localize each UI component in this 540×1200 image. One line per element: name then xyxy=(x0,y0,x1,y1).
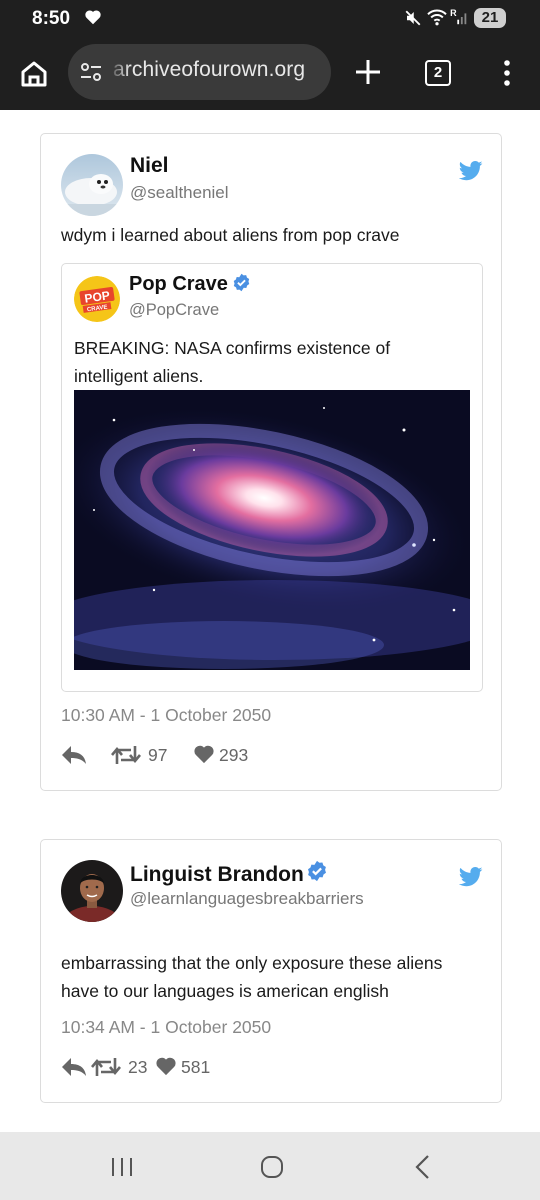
back-icon[interactable] xyxy=(412,1154,434,1180)
tweet-author-handle[interactable]: @learnlanguagesbreakbarriers xyxy=(130,889,364,909)
retweet-count: 97 xyxy=(148,745,168,765)
tweet-card: Linguist Brandon @learnlanguagesbreakbar… xyxy=(40,839,502,1103)
tweet-author-name[interactable]: Linguist Brandon xyxy=(130,860,328,887)
retweet-icon[interactable] xyxy=(91,1056,121,1078)
status-bar: 8:50 R 21 xyxy=(0,0,540,36)
avatar[interactable] xyxy=(61,154,123,216)
verified-badge-icon xyxy=(233,273,250,292)
galaxy-illustration xyxy=(74,390,470,670)
like-count: 293 xyxy=(219,745,249,765)
wifi-icon xyxy=(427,9,447,26)
site-settings-icon[interactable] xyxy=(80,61,102,83)
tweet-author-handle[interactable]: @sealtheniel xyxy=(130,183,229,203)
tweet-timestamp[interactable]: 10:34 AM - 1 October 2050 xyxy=(61,1017,271,1038)
system-nav-bar xyxy=(0,1132,540,1200)
like-icon[interactable] xyxy=(155,1056,177,1076)
status-time: 8:50 xyxy=(32,8,71,29)
galaxy-image[interactable] xyxy=(74,390,470,670)
twitter-bird-icon[interactable] xyxy=(459,867,483,887)
tweet-card: Niel @sealtheniel wdym i learned about a… xyxy=(40,133,502,791)
mute-icon xyxy=(405,10,421,26)
url-fade xyxy=(108,44,130,100)
quoted-author-name-text[interactable]: Pop Crave xyxy=(129,273,228,295)
recent-apps-icon[interactable] xyxy=(110,1156,134,1178)
person-avatar-image xyxy=(61,860,123,922)
like-count: 581 xyxy=(181,1057,211,1077)
like-icon[interactable] xyxy=(193,744,215,764)
seal-avatar-image xyxy=(61,154,123,216)
signal-roaming-label: R xyxy=(450,8,457,18)
address-bar[interactable]: archiveofourown.org xyxy=(68,44,331,100)
url-text[interactable]: archiveofourown.org xyxy=(113,58,305,82)
more-menu-icon[interactable] xyxy=(497,58,517,88)
quoted-author-handle[interactable]: @PopCrave xyxy=(129,301,219,320)
heart-notification-icon xyxy=(85,10,101,25)
home-icon[interactable] xyxy=(18,58,50,90)
home-nav-icon[interactable] xyxy=(260,1156,284,1178)
browser-toolbar: archiveofourown.org 2 xyxy=(0,36,540,110)
reply-icon[interactable] xyxy=(61,745,87,765)
battery-indicator: 21 xyxy=(474,8,506,28)
tab-switcher-button[interactable]: 2 xyxy=(425,60,451,86)
verified-badge-icon xyxy=(307,860,326,882)
retweet-icon[interactable] xyxy=(111,744,141,766)
quoted-author-name[interactable]: Pop Crave xyxy=(129,273,251,296)
tweet-text: embarrassing that the only exposure thes… xyxy=(61,953,443,1001)
tweet-timestamp[interactable]: 10:30 AM - 1 October 2050 xyxy=(61,705,271,726)
reply-icon[interactable] xyxy=(61,1057,87,1077)
retweet-count: 23 xyxy=(128,1057,148,1077)
popcrave-avatar[interactable]: POP CRAVE xyxy=(74,276,120,322)
cell-signal-icon: R xyxy=(450,8,467,25)
tweet-text: wdym i learned about aliens from pop cra… xyxy=(61,225,400,245)
tweet-author-name-text[interactable]: Linguist Brandon xyxy=(130,863,304,886)
new-tab-icon[interactable] xyxy=(354,58,382,86)
twitter-bird-icon[interactable] xyxy=(459,161,483,181)
popcrave-logo: POP CRAVE xyxy=(74,276,120,322)
tweet-author-name[interactable]: Niel xyxy=(130,154,169,178)
quoted-tweet-text: BREAKING: NASA confirms existence of int… xyxy=(74,338,391,386)
avatar[interactable] xyxy=(61,860,123,922)
quoted-tweet[interactable]: POP CRAVE Pop Crave @PopCrave BREAKING: … xyxy=(61,263,483,692)
